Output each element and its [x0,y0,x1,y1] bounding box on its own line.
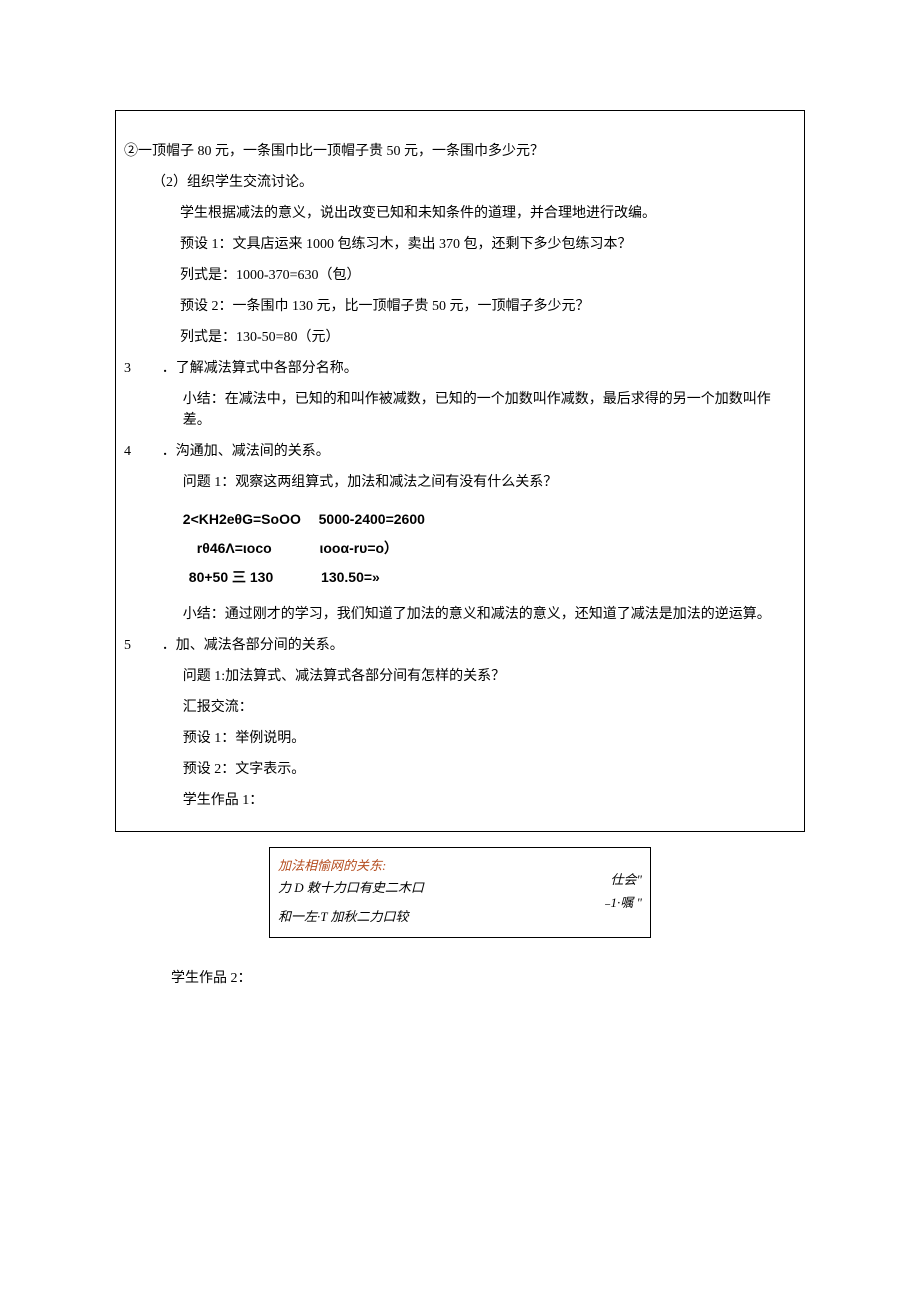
section-heading-5: 5 ．加、减法各部分间的关系。 [124,635,796,656]
formula-left: 80+50 三 130 [189,569,273,585]
main-bordered-section: ②一顶帽子 80 元，一条围巾比一顶帽子贵 50 元，一条围巾多少元？ （2）组… [115,110,805,832]
paragraph: 学生作品 1： [124,790,796,811]
formula-row: 2<KH2eθG=SoOO 5000-2400=2600 [183,509,796,530]
section-number: 4 [124,441,141,462]
section-title: ．加、减法各部分间的关系。 [162,635,796,656]
handwriting-line: 和一左·T 加秋二力口较 [278,907,475,927]
paragraph: 学生作品 2： [115,968,805,989]
section-title: ．沟通加、减法间的关系。 [162,441,796,462]
document-page: ②一顶帽子 80 元，一条围巾比一顶帽子贵 50 元，一条围巾多少元？ （2）组… [0,0,920,1301]
paragraph: ②一顶帽子 80 元，一条围巾比一顶帽子贵 50 元，一条围巾多少元？ [124,141,796,162]
paragraph: （2）组织学生交流讨论。 [124,172,796,193]
paragraph: 预设 1：举例说明。 [124,728,796,749]
student-work-right: 仕会" ₋1∙嘱 " [483,848,650,937]
paragraph: 问题 1：观察这两组算式，加法和减法之间有没有什么关系？ [124,472,796,493]
student-work-box: 加法相愉网的关东: 力 D 敕十力口有史二木口 和一左·T 加秋二力口较 仕会"… [269,847,651,938]
paragraph: 学生根据减法的意义，说出改变已知和未知条件的道理，并合理地进行改编。 [124,203,796,224]
formula-right: 130.50=» [321,569,380,585]
section-number: 5 [124,635,141,656]
student-work-box-wrap: 加法相愉网的关东: 力 D 敕十力口有史二木口 和一左·T 加秋二力口较 仕会"… [115,847,805,938]
handwriting-line: ₋1∙嘱 " [604,893,642,913]
paragraph: 列式是：130-50=80（元） [124,327,796,348]
student-work-left: 加法相愉网的关东: 力 D 敕十力口有史二木口 和一左·T 加秋二力口较 [270,848,483,937]
handwriting-line: 加法相愉网的关东: [278,856,475,876]
paragraph: 预设 2：文字表示。 [124,759,796,780]
formula-right: 5000-2400=2600 [319,511,425,527]
formula-left: rθ46Λ=ιoco [197,540,272,556]
paragraph: 汇报交流： [124,697,796,718]
section-number: 3 [124,358,141,379]
handwriting-line: 力 D 敕十力口有史二木口 [278,878,475,898]
paragraph: 列式是：1000-370=630（包） [124,265,796,286]
paragraph: 问题 1:加法算式、减法算式各部分间有怎样的关系？ [124,666,796,687]
paragraph: 预设 2：一条围巾 130 元，比一顶帽子贵 50 元，一顶帽子多少元？ [124,296,796,317]
section-heading-3: 3 ．了解减法算式中各部分名称。 [124,358,796,379]
formula-row: rθ46Λ=ιoco ιooα-rυ=o） [183,538,796,559]
section-heading-4: 4 ．沟通加、减法间的关系。 [124,441,796,462]
paragraph: 预设 1：文具店运来 1000 包练习木，卖出 370 包，还剩下多少包练习本？ [124,234,796,255]
formula-row: 80+50 三 130 130.50=» [183,567,796,588]
section-title: ．了解减法算式中各部分名称。 [162,358,796,379]
formula-block: 2<KH2eθG=SoOO 5000-2400=2600 rθ46Λ=ιoco … [183,509,796,588]
formula-left: 2<KH2eθG=SoOO [183,511,301,527]
paragraph: 小结：通过刚才的学习，我们知道了加法的意义和减法的意义，还知道了减法是加法的逆运… [124,604,796,625]
formula-right: ιooα-rυ=o） [319,540,398,556]
handwriting-line: 仕会" [611,870,642,890]
paragraph: 小结：在减法中，已知的和叫作被减数，已知的一个加数叫作减数，最后求得的另一个加数… [124,389,796,431]
